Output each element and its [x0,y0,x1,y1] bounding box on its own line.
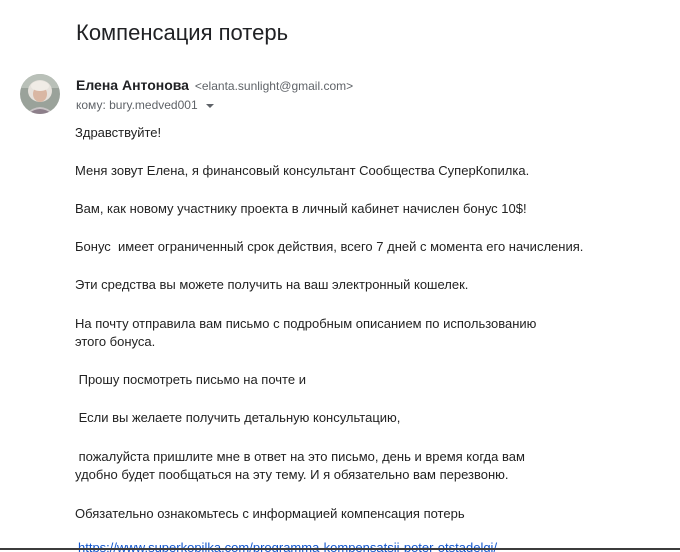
body-paragraph-9: Обязательно ознакомьтесь с информацией к… [75,506,465,521]
body-paragraph-4: Эти средства вы можете получить на ваш э… [75,277,469,292]
body-paragraph-1: Меня зовут Елена, я финансовый консульта… [75,163,530,178]
sender-avatar[interactable] [20,74,60,114]
body-paragraph-8-line-2: удобно будет пообщаться на эту тему. И я… [75,467,509,482]
body-paragraph-5-line-2: этого бонуса. [75,334,156,349]
email-subject: Компенсация потерь [76,20,289,45]
avatar-photo-icon [20,74,60,114]
body-paragraph-2: Вам, как новому участнику проекта в личн… [75,201,527,216]
recipient-details-toggle[interactable]: кому: bury.medved001 [76,98,214,112]
body-paragraph-7: Если вы желаете получить детальную консу… [75,410,401,425]
sender-email[interactable]: <elanta.sunlight@gmail.com> [195,79,353,93]
body-paragraph-6: Прошу посмотреть письмо на почте и [75,372,306,387]
body-paragraph-3: Бонус имеет ограниченный срок действия, … [75,239,584,254]
window-bottom-edge [0,548,680,550]
body-paragraph-5-line-1: На почту отправила вам письмо с подробны… [75,316,537,331]
sender-name[interactable]: Елена Антонова [76,77,189,93]
caret-down-icon[interactable] [205,104,214,108]
compensation-link[interactable]: https://www.superkopilka.com/programma-k… [78,539,497,552]
body-paragraph-8-line-1: пожалуйста пришлите мне в ответ на это п… [75,449,525,464]
sender-info: Елена Антонова <elanta.sunlight@gmail.co… [76,77,353,93]
recipient-label: кому: bury.medved001 [76,98,198,112]
body-greeting: Здравствуйте! [75,125,162,140]
